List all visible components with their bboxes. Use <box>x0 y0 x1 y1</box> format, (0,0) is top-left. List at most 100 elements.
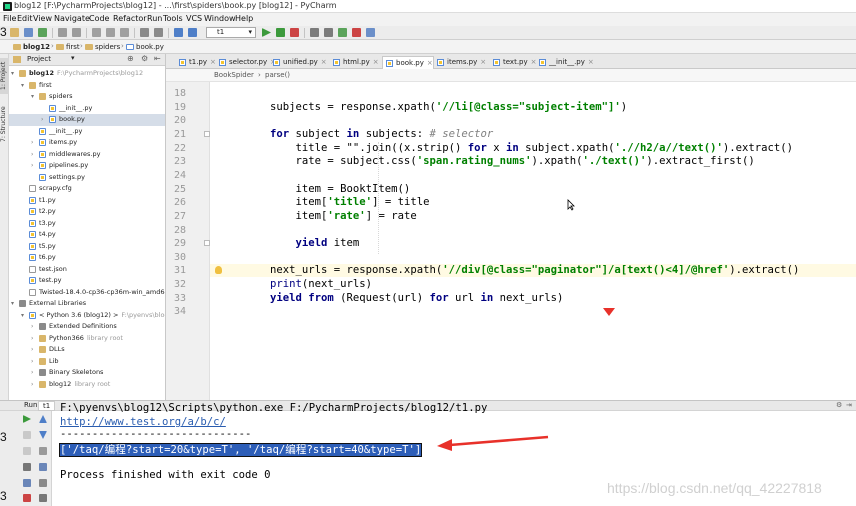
collapse-arrow-icon[interactable]: › <box>41 114 43 125</box>
tree-item[interactable]: settings.py <box>9 172 165 184</box>
tree-item[interactable]: › middlewares.py <box>9 149 165 161</box>
crumb-first[interactable]: first <box>55 42 80 52</box>
close-tab-icon[interactable]: × <box>427 59 433 67</box>
collapse-arrow-icon[interactable]: › <box>31 333 33 344</box>
expand-arrow-icon[interactable]: ▾ <box>21 310 24 321</box>
menu-code[interactable]: Code <box>89 14 109 23</box>
sync-icon[interactable] <box>38 28 47 37</box>
project-tool-tab[interactable]: 1: Project <box>0 58 9 94</box>
sync-tree-icon[interactable]: ⊕ <box>127 54 134 63</box>
run-configuration-select[interactable]: t1 ▾ <box>206 27 256 38</box>
tree-item[interactable]: › Extended Definitions <box>9 321 165 333</box>
editor-tab[interactable]: __init__.py × <box>536 56 594 69</box>
scroll-down-icon[interactable] <box>39 431 47 439</box>
editor-tab[interactable]: html.py × <box>330 56 379 69</box>
expand-arrow-icon[interactable]: ▾ <box>31 91 34 102</box>
menu-file[interactable]: File <box>3 14 16 23</box>
menu-view[interactable]: View <box>33 14 52 23</box>
hide-panel-icon[interactable]: ⇤ <box>154 54 161 63</box>
tree-item[interactable]: › items.py <box>9 137 165 149</box>
clear-all-icon[interactable] <box>39 479 47 487</box>
gear-icon[interactable]: ⚙ <box>141 54 148 63</box>
tree-item[interactable]: › Python366 library root <box>9 333 165 345</box>
tree-item[interactable]: › Binary Skeletons <box>9 367 165 379</box>
tree-item[interactable]: __init__.py <box>9 126 165 138</box>
run-tab-t1[interactable]: t1 <box>38 401 56 411</box>
tree-item[interactable]: test.py <box>9 275 165 287</box>
tree-item[interactable]: ▾ blog12 F:\PycharmProjects\blog12 <box>9 68 165 80</box>
code-editor[interactable]: 18 19 20 21 22 23 24 25 26 27 28 29 30 31 32 33 34 subje… <box>166 82 856 400</box>
collapse-arrow-icon[interactable]: › <box>31 344 33 355</box>
collapse-arrow-icon[interactable]: › <box>31 379 33 390</box>
tree-item[interactable]: t6.py <box>9 252 165 264</box>
collapse-arrow-icon[interactable]: › <box>31 160 33 171</box>
tree-item[interactable]: t1.py <box>9 195 165 207</box>
undo-icon[interactable] <box>58 28 67 37</box>
find-icon[interactable] <box>140 28 149 37</box>
close-tab-icon[interactable]: × <box>480 58 486 66</box>
close-tab-icon[interactable]: × <box>321 58 327 66</box>
copy-icon[interactable] <box>106 28 115 37</box>
editor-tab[interactable]: book.py × <box>382 56 434 69</box>
tree-item[interactable]: t2.py <box>9 206 165 218</box>
stop-icon[interactable] <box>290 28 299 37</box>
replace-icon[interactable] <box>154 28 163 37</box>
tree-item[interactable]: __init__.py <box>9 103 165 115</box>
tree-item[interactable]: ▾ first <box>9 80 165 92</box>
tree-item[interactable]: test.json <box>9 264 165 276</box>
tree-item[interactable]: › book.py <box>9 114 165 126</box>
tree-item[interactable]: ▾ spiders <box>9 91 165 103</box>
restore-layout-icon[interactable] <box>23 463 31 471</box>
breadcrumb-method[interactable]: parse() <box>265 71 290 79</box>
soft-wrap-icon[interactable] <box>39 447 47 455</box>
close-tab-icon[interactable]: × <box>373 58 379 66</box>
console-line-link[interactable]: http://www.test.org/a/b/c/ <box>60 416 226 428</box>
editor-tab[interactable]: t1.py × <box>176 56 216 69</box>
structure-tool-tab[interactable]: 7: Structure <box>0 102 9 146</box>
expand-arrow-icon[interactable]: ▾ <box>11 298 14 309</box>
collapse-arrow-icon[interactable]: › <box>31 137 33 148</box>
crumb-book-py[interactable]: book.py <box>125 42 164 52</box>
editor-tab[interactable]: unified.py × <box>270 56 327 69</box>
close-icon[interactable] <box>23 494 31 502</box>
fold-icon[interactable] <box>204 240 210 246</box>
lightbulb-icon[interactable] <box>215 266 222 274</box>
tree-item[interactable]: ▾ External Libraries <box>9 298 165 310</box>
menu-run[interactable]: Run <box>147 14 162 23</box>
project-structure-icon[interactable] <box>324 28 333 37</box>
collapse-arrow-icon[interactable]: › <box>31 149 33 160</box>
help-icon[interactable] <box>352 28 361 37</box>
collapse-arrow-icon[interactable]: › <box>31 367 33 378</box>
crumb-project[interactable]: blog12 <box>12 42 50 52</box>
menu-help[interactable]: Help <box>235 14 253 23</box>
back-icon[interactable] <box>174 28 183 37</box>
expand-arrow-icon[interactable]: ▾ <box>11 68 14 79</box>
crumb-spiders[interactable]: spiders <box>84 42 120 52</box>
settings-icon[interactable] <box>310 28 319 37</box>
close-tab-icon[interactable]: × <box>588 58 594 66</box>
tree-item[interactable]: Twisted-18.4.0-cp36-cp36m-win_amd64.whl <box>9 287 165 299</box>
collapse-arrow-icon[interactable]: › <box>31 356 33 367</box>
menu-edit[interactable]: Edit <box>17 14 33 23</box>
menu-tools[interactable]: Tools <box>163 14 183 23</box>
cut-icon[interactable] <box>92 28 101 37</box>
pin-icon[interactable] <box>23 479 31 487</box>
tree-item[interactable]: › pipelines.py <box>9 160 165 172</box>
console-line-selected-output[interactable]: ['/taq/编程?start=20&type=T', '/taq/编程?sta… <box>58 443 423 457</box>
scroll-up-icon[interactable] <box>39 415 47 423</box>
project-view-label[interactable]: Project <box>27 55 51 63</box>
paste-icon[interactable] <box>120 28 129 37</box>
stop-icon[interactable] <box>23 431 31 439</box>
tree-item[interactable]: scrapy.cfg <box>9 183 165 195</box>
menu-navigate[interactable]: Navigate <box>54 14 90 23</box>
editor-tab[interactable]: items.py × <box>434 56 486 69</box>
menu-vcs[interactable]: VCS <box>186 14 202 23</box>
redo-icon[interactable] <box>72 28 81 37</box>
hide-panel-icon[interactable]: ⇥ <box>846 401 852 409</box>
editor-tab[interactable]: selector.py× <box>216 56 276 69</box>
sdk-icon[interactable] <box>338 28 347 37</box>
open-folder-icon[interactable] <box>10 28 19 37</box>
menu-window[interactable]: Window <box>204 14 236 23</box>
chevron-down-icon[interactable]: ▾ <box>71 54 75 62</box>
editor-tab[interactable]: text.py × <box>490 56 537 69</box>
